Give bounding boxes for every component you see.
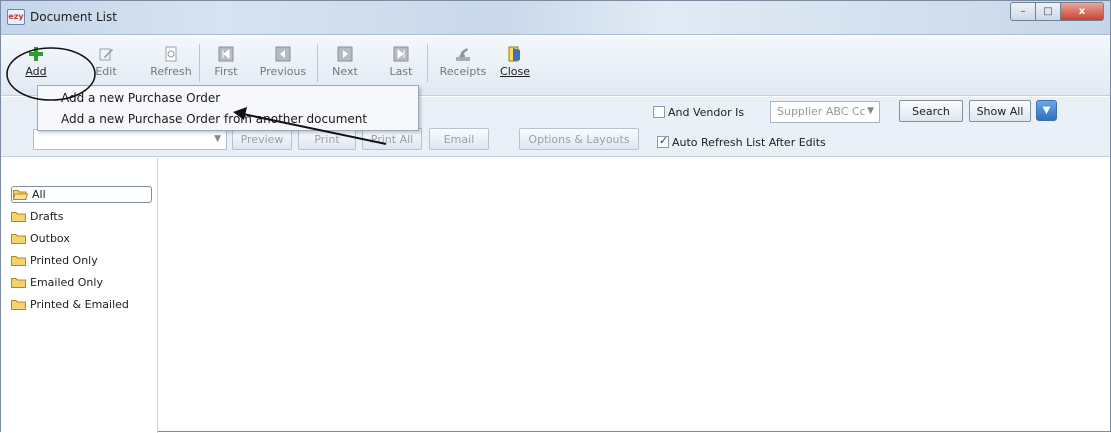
toolbar-separator [427,44,428,82]
last-record-icon [393,46,409,62]
add-dropdown-menu: Add a new Purchase Order Add a new Purch… [37,85,419,131]
next-button[interactable]: Next [330,46,360,88]
pencil-icon [99,48,113,61]
minimize-icon: – [1020,6,1026,17]
previous-button[interactable]: Previous [256,46,310,88]
folder-all[interactable]: All [11,186,157,203]
close-button[interactable]: Close [498,46,532,88]
window-title: Document List [30,10,117,24]
next-record-icon [337,46,353,62]
folder-label: Outbox [30,232,70,245]
folder-drafts[interactable]: Drafts [11,208,157,225]
maximize-icon: □ [1043,6,1053,17]
folder-printed-emailed[interactable]: Printed & Emailed [11,296,157,313]
last-button[interactable]: Last [387,46,415,88]
previous-label: Previous [259,65,307,78]
folder-icon [11,234,26,244]
options-layouts-button[interactable]: Options & Layouts [519,128,639,150]
minimize-button[interactable]: – [1010,2,1036,21]
folder-all-frame: All [11,186,152,203]
folder-label: All [32,188,46,201]
expand-circle-button[interactable]: ▼ [1036,100,1057,121]
auto-refresh-label: Auto Refresh List After Edits [672,136,826,149]
toolbar-separator [199,44,200,82]
folder-icon [11,212,26,222]
first-record-icon [218,46,234,62]
green-plus-icon [29,47,43,61]
folder-icon [11,300,26,310]
search-button[interactable]: Search [899,100,963,122]
chevron-down-icon: ▼ [214,134,221,144]
toolbar-separator [317,44,318,82]
document-list-window: ezy Document List – □ x Add Edit Refresh… [0,0,1111,433]
close-icon: x [1078,6,1086,17]
edit-button[interactable]: Edit [91,46,121,88]
add-button[interactable]: Add [19,46,53,88]
close-window-button[interactable]: x [1061,2,1104,21]
folder-label: Printed Only [30,254,98,267]
auto-refresh-checkbox[interactable] [657,134,669,148]
title-bar: ezy Document List – □ x [1,1,1110,35]
close-label: Close [500,65,530,78]
door-exit-icon [508,46,520,62]
last-label: Last [389,65,413,78]
chevron-down-icon: ▼ [867,106,874,116]
next-label: Next [332,65,358,78]
folder-icon [11,256,26,266]
first-button[interactable]: First [212,46,240,88]
receipts-button[interactable]: Receipts [438,46,488,88]
print-all-button[interactable]: Print All [362,128,422,150]
vendor-select-value: Supplier ABC Cc [777,105,866,118]
email-button[interactable]: Email [429,128,489,150]
edit-label: Edit [95,65,117,78]
show-all-button[interactable]: Show All [969,100,1031,122]
folder-label: Printed & Emailed [30,298,129,311]
folder-label: Emailed Only [30,276,103,289]
maximize-button[interactable]: □ [1036,2,1061,21]
first-label: First [214,65,238,78]
vendor-checkbox[interactable] [653,106,665,118]
add-label: Add [25,65,47,78]
previous-record-icon [275,46,291,62]
refresh-label: Refresh [150,65,192,78]
chevron-down-circle-icon: ▼ [1042,105,1051,116]
receipt-stamp-icon [456,48,470,61]
folder-label: Drafts [30,210,64,223]
window-controls: – □ x [1010,2,1104,22]
refresh-doc-icon [165,46,177,62]
app-logo: ezy [7,9,25,25]
receipts-label: Receipts [439,65,487,78]
folder-printed-only[interactable]: Printed Only [11,252,157,269]
vendor-checkbox-label: And Vendor Is [668,106,745,119]
folder-emailed-only[interactable]: Emailed Only [11,274,157,291]
layout-select[interactable]: ▼ [33,129,227,150]
folder-outbox[interactable]: Outbox [11,230,157,247]
menu-item-add-purchase-order[interactable]: Add a new Purchase Order [61,91,220,105]
preview-button[interactable]: Preview [232,128,292,150]
menu-item-add-from-document[interactable]: Add a new Purchase Order from another do… [61,112,367,126]
folder-panel: All Drafts Outbox Printed Only Emailed O… [1,158,158,433]
refresh-button[interactable]: Refresh [149,46,193,88]
print-button[interactable]: Print [298,128,356,150]
folder-icon [11,278,26,288]
vendor-select[interactable]: Supplier ABC Cc ▼ [770,101,880,123]
folder-open-icon [13,190,28,200]
